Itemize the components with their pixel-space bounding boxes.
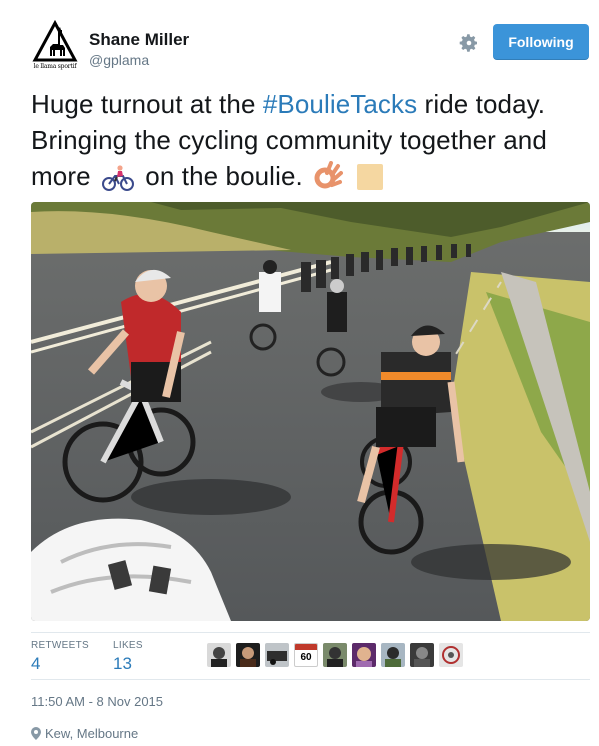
liker-avatar[interactable] [265,643,289,667]
stats-divider-bottom [31,679,590,680]
liker-avatar[interactable] [323,643,347,667]
tweet-timestamp[interactable]: 11:50 AM - 8 Nov 2015 [31,694,163,709]
tweet-location[interactable]: Kew, Melbourne [31,726,138,741]
display-name[interactable]: Shane Miller [89,30,189,50]
retweets-count[interactable]: 4 [31,654,89,674]
liker-avatar[interactable] [236,643,260,667]
following-button[interactable]: Following [493,24,589,60]
likes-label: LIKES [113,640,143,651]
llama-logo-icon [32,20,78,62]
liker-avatar[interactable] [207,643,231,667]
skin-tone-modifier-icon [357,164,384,190]
likes-count[interactable]: 13 [113,654,143,674]
liker-avatar[interactable] [439,643,463,667]
avatar-caption: le llama sportif [33,63,77,70]
ok-hand-emoji-icon [314,161,344,189]
liker-avatar[interactable] [410,643,434,667]
cyclists-photo-image [31,202,590,621]
liker-avatar[interactable] [381,643,405,667]
stats-divider-top [31,632,590,633]
liker-avatar[interactable] [352,643,376,667]
avatar[interactable]: le llama sportif [31,20,79,72]
location-pin-icon [31,727,41,740]
location-label[interactable]: Kew, Melbourne [45,726,138,741]
tweet-card: le llama sportif Shane Miller @gplama Fo… [0,0,599,746]
hashtag-link[interactable]: #BoulieTacks [263,89,417,119]
retweets-label: RETWEETS [31,640,89,651]
tweet-photo[interactable] [31,202,590,621]
bicyclist-emoji-icon [101,165,134,191]
gear-icon[interactable] [459,33,479,53]
retweet-stat[interactable]: RETWEETS 4 [31,640,89,674]
liker-avatar[interactable]: 60 [294,643,318,667]
likes-stat[interactable]: LIKES 13 [113,640,143,674]
tweet-text: Huge turnout at the #BoulieTacks ride to… [31,86,576,194]
screen-name[interactable]: @gplama [89,52,149,68]
liker-badge-text: 60 [300,652,312,663]
tweet-text-start: Huge turnout at the [31,89,263,119]
tweet-text-end: on the boulie. [145,161,303,191]
